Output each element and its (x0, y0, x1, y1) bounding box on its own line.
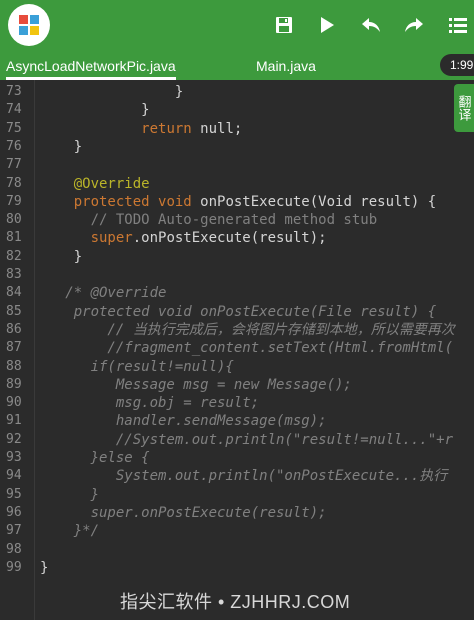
code-text: super.onPostExecute(result); (40, 504, 327, 522)
tab-asyncloadnetworkpic[interactable]: AsyncLoadNetworkPic.java (6, 52, 176, 80)
app-logo-icon[interactable] (8, 4, 50, 46)
code-text: Message msg = new Message(); (40, 376, 352, 394)
code-token: /* @Override (40, 285, 167, 302)
code-token: } (40, 102, 150, 119)
line-number: 98 (6, 541, 22, 557)
code-token: }else { (40, 450, 150, 466)
line-number: 97 (6, 523, 22, 539)
code-token: super.onPostExecute(result); (40, 504, 327, 521)
code-token: handler.sendMessage(msg); (40, 413, 327, 430)
code-token: // 当执行完成后，会将图片存储到本地，所以需要再次 (40, 321, 455, 338)
save-icon[interactable] (270, 11, 298, 39)
code-text: @Override (40, 175, 150, 193)
code-text: // 当执行完成后，会将图片存储到本地，所以需要再次 (40, 321, 455, 339)
line-number: 92 (6, 431, 22, 447)
code-token: super (90, 230, 133, 247)
code-token: } (40, 248, 83, 265)
code-token: return (141, 120, 192, 137)
code-text: } (40, 248, 82, 266)
code-token: }*/ (40, 523, 100, 540)
code-text: /* @Override (40, 284, 166, 302)
code-text: }*/ (40, 522, 99, 540)
line-number: 81 (6, 230, 22, 246)
line-number: 73 (6, 84, 22, 99)
line-number: 94 (6, 468, 22, 484)
line-number: 99 (6, 559, 22, 575)
line-number: 89 (6, 376, 22, 392)
code-token: } (40, 138, 83, 155)
toolbar (0, 0, 474, 52)
line-number: 83 (6, 267, 22, 282)
code-token: msg.obj = result; (40, 395, 260, 412)
line-number: 87 (6, 340, 22, 356)
code-token: } (40, 559, 49, 576)
line-number: 78 (6, 175, 22, 191)
line-indicator-pill: 1:99 (440, 54, 474, 76)
code-token: protected (73, 193, 150, 210)
line-number: 74 (6, 102, 22, 118)
line-number: 79 (6, 193, 22, 209)
code-text: return null; (40, 120, 242, 138)
code-text: protected void onPostExecute(Void result… (40, 193, 436, 211)
code-token: null; (191, 120, 243, 137)
code-text: msg.obj = result; (40, 394, 259, 412)
code-text: System.out.println("onPostExecute...执行 (40, 467, 447, 485)
code-token: @Override (73, 175, 150, 192)
code-text: } (40, 138, 82, 156)
code-text: //System.out.println("result!=null..."+r (40, 431, 453, 449)
line-number: 80 (6, 212, 22, 228)
code-token: void (158, 193, 192, 210)
line-number: 90 (6, 395, 22, 411)
line-number: 93 (6, 450, 22, 465)
code-token: } (40, 84, 184, 100)
code-text: protected void onPostExecute(File result… (40, 303, 436, 321)
line-number: 75 (6, 120, 22, 136)
code-token: System.out.println("onPostExecute...执行 (40, 468, 448, 485)
undo-icon[interactable] (357, 11, 385, 39)
code-text: super.onPostExecute(result); (40, 229, 327, 247)
code-token: //fragment_content.setText(Html.fromHtml… (40, 340, 454, 357)
code-text: } (40, 83, 183, 101)
code-text: if(result!=null){ (40, 358, 234, 376)
line-number: 91 (6, 413, 22, 429)
code-text: } (40, 486, 99, 504)
line-number: 86 (6, 321, 22, 337)
code-text: // TODO Auto-generated method stub (40, 211, 378, 229)
line-number: 96 (6, 504, 22, 520)
file-tab-bar: AsyncLoadNetworkPic.java Main.java (0, 52, 474, 80)
line-number: 76 (6, 138, 22, 154)
code-token: onPostExecute(Void result) { (191, 193, 437, 210)
code-text: }else { (40, 449, 150, 467)
tab-main[interactable]: Main.java (256, 52, 316, 80)
line-number: 77 (6, 157, 22, 173)
line-number: 82 (6, 248, 22, 264)
line-number: 85 (6, 303, 22, 319)
redo-icon[interactable] (400, 11, 428, 39)
line-number: 88 (6, 358, 22, 374)
code-text: } (40, 101, 150, 119)
code-editor[interactable]: 73 } 74 } 75 return null; 76 } 77 78 @Overrid… (0, 80, 474, 620)
code-token: if(result!=null){ (40, 358, 234, 375)
translate-side-tab[interactable]: 翻译 (454, 84, 474, 132)
line-number: 84 (6, 285, 22, 301)
menu-list-icon[interactable] (444, 11, 472, 39)
code-token: .onPostExecute(result); (132, 230, 327, 247)
line-number: 95 (6, 486, 22, 502)
code-text: //fragment_content.setText(Html.fromHtml… (40, 339, 453, 357)
code-text: handler.sendMessage(msg); (40, 412, 327, 430)
code-token: // TODO Auto-generated method stub (40, 212, 378, 229)
code-token: //System.out.println("result!=null..."+r (40, 431, 454, 448)
code-token: Message msg = new Message(); (40, 376, 352, 393)
watermark: 指尖汇软件 • ZJHHRJ.COM (120, 592, 351, 612)
code-token: } (40, 486, 100, 503)
run-icon[interactable] (313, 11, 341, 39)
code-text: } (40, 559, 48, 577)
code-token: protected void onPostExecute(File result… (40, 303, 437, 320)
